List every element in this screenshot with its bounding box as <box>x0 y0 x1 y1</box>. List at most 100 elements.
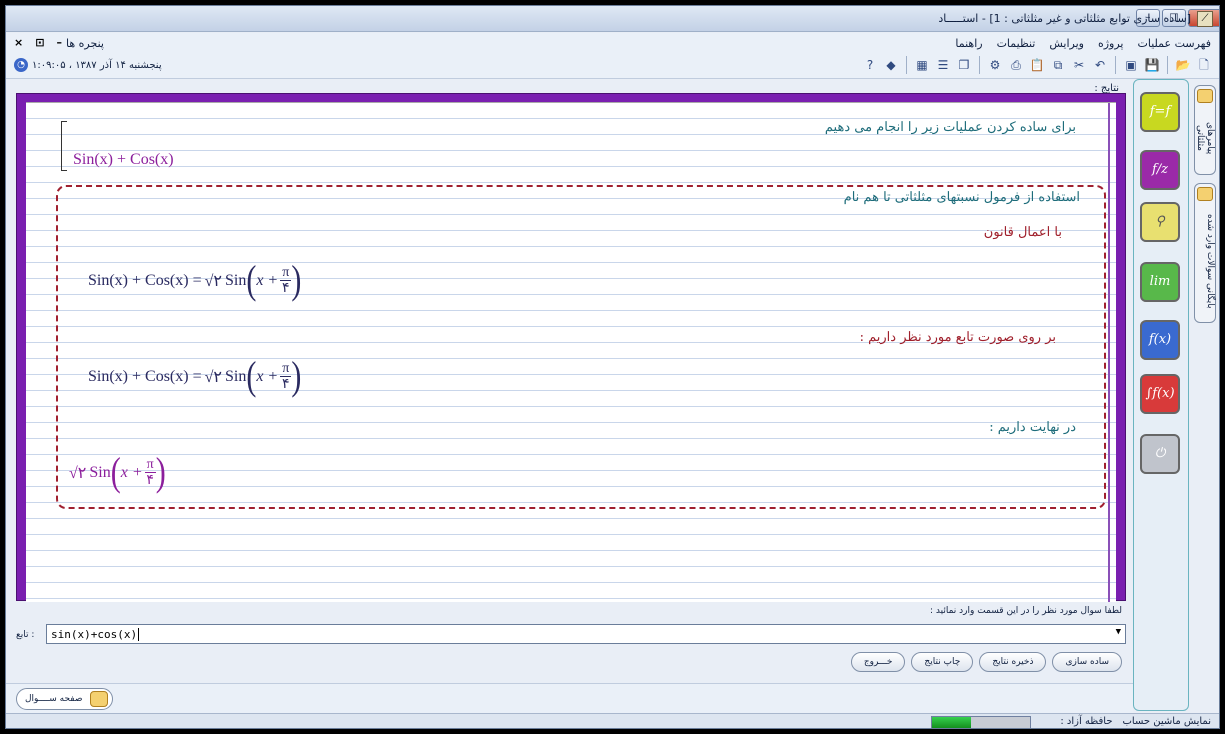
folder-icon <box>90 691 109 707</box>
page-tab-bar: صفحه ســــوال <box>6 683 1133 713</box>
save-all-icon[interactable]: ▣ <box>1122 56 1140 74</box>
properties-icon[interactable]: ⚙ <box>986 56 1004 74</box>
tool-label: f=f <box>1149 104 1171 119</box>
calculator-link[interactable]: نمایش ماشین حساب <box>1123 716 1211 727</box>
frac-den: ۴ <box>282 281 290 296</box>
final-result: √۲ Sin ( x + π۴ ) <box>66 452 166 493</box>
tool-integral[interactable]: ∫f(x) <box>1140 374 1180 414</box>
mdi-minimize-icon[interactable]: – <box>56 36 62 49</box>
clock-display: ◔ ۱:۰۹:۰۵ ، پنجشنبه ۱۴ آذر ۱۳۸۷ <box>14 58 162 72</box>
folder-icon <box>1197 89 1213 103</box>
x-plus: x + <box>120 463 143 481</box>
sqrt-two: √۲ <box>204 368 222 386</box>
copy-icon[interactable]: ⧉ <box>1049 56 1067 74</box>
print-icon[interactable]: ⎙ <box>1007 56 1025 74</box>
solution-box <box>56 185 1106 509</box>
magnifier-icon: ⚲ <box>1155 214 1165 229</box>
close-paren: ) <box>155 449 166 495</box>
frac-num: π <box>144 457 156 473</box>
vtab-trig-messages[interactable]: پیامرهای مثلثاتی <box>1194 85 1216 175</box>
menu-bar: × ⊡ – پنجره ها فهرست عملیات پروژه ویرایش… <box>6 33 1219 53</box>
vertical-tabs: پیامرهای مثلثاتی بایگانی سوالات وارد شده <box>1192 79 1218 711</box>
undo-icon[interactable]: ↶ <box>1091 56 1109 74</box>
menu-settings[interactable]: تنظیمات <box>997 37 1036 50</box>
menu-project[interactable]: پروژه <box>1098 37 1124 50</box>
question-page-tab[interactable]: صفحه ســــوال <box>16 688 114 710</box>
menu-help[interactable]: راهنما <box>955 37 982 50</box>
question-page-tab-label: صفحه ســــوال <box>25 694 83 704</box>
mdi-restore-icon[interactable]: ⊡ <box>35 36 44 49</box>
function-input[interactable]: sin(x)+cos(x) ▼ <box>46 624 1126 644</box>
print-results-button[interactable]: چاپ نتایج <box>911 652 974 672</box>
mdi-close-icon[interactable]: × <box>14 36 23 49</box>
tool-rational[interactable]: f/z <box>1140 150 1180 190</box>
step2-text: بر روی صورت تابع مورد نظر داریم : <box>859 330 1056 345</box>
x-plus: x + <box>256 367 279 385</box>
free-memory-label: حافظه آزاد : <box>1060 716 1113 727</box>
tool-function[interactable]: f(x) <box>1140 320 1180 360</box>
menu-operations[interactable]: فهرست عملیات <box>1137 37 1211 50</box>
save-icon[interactable]: 💾 <box>1143 56 1161 74</box>
cut-icon[interactable]: ✂ <box>1070 56 1088 74</box>
tool-limit[interactable]: lim <box>1140 262 1180 302</box>
tools-sidebar: f=f f/z ⚲ lim f(x) ∫f(x) ⏻ <box>1133 79 1189 711</box>
paste-icon[interactable]: 📋 <box>1028 56 1046 74</box>
separator <box>979 56 980 74</box>
menu-windows[interactable]: پنجره ها <box>66 37 104 50</box>
app-window: – □ ✕ [ساده سازی توابع مثلثاتی و غیر مثل… <box>5 5 1220 729</box>
formula-2: Sin(x) + Cos(x) = √۲ Sin ( x + π۴ ) <box>88 356 301 397</box>
new-file-icon[interactable]: 🗋 <box>1195 56 1213 74</box>
x-plus: x + <box>256 271 279 289</box>
memory-bar <box>931 716 1031 728</box>
frac-den: ۴ <box>282 377 290 392</box>
tool-label: lim <box>1149 274 1171 289</box>
results-paper: برای ساده کردن عملیات زیر را انجام می ده… <box>26 102 1116 602</box>
formula-lhs: Sin(x) + Cos(x) = <box>88 271 202 289</box>
step1-text: استفاده از فرمول نسبتهای مثلثاتی تا هم ن… <box>843 190 1080 205</box>
open-paren: ( <box>246 353 257 399</box>
formula-1: Sin(x) + Cos(x) = √۲ Sin ( x + π۴ ) <box>88 260 301 301</box>
separator <box>1167 56 1168 74</box>
window-grid-icon[interactable]: ▦ <box>913 56 931 74</box>
open-folder-icon[interactable]: 📂 <box>1174 56 1192 74</box>
tool-search[interactable]: ⚲ <box>1140 202 1180 242</box>
step1b-text: با اعمال قانون <box>983 225 1062 240</box>
text-caret <box>138 627 140 641</box>
input-bracket <box>61 121 67 171</box>
tool-power[interactable]: ⏻ <box>1140 434 1180 474</box>
tool-trig-identity[interactable]: f=f <box>1140 92 1180 132</box>
window-title: [ساده سازی توابع مثلثاتی و غیر مثلثاتی :… <box>938 12 1191 25</box>
close-paren: ) <box>291 353 302 399</box>
exit-button[interactable]: خـــروج <box>850 652 906 672</box>
title-bar: – □ ✕ [ساده سازی توابع مثلثاتی و غیر مثل… <box>6 6 1219 32</box>
window-list-icon[interactable]: ☰ <box>934 56 952 74</box>
vtab-label: بایگانی سوالات وارد شده <box>1205 213 1215 309</box>
diamond-icon[interactable]: ◆ <box>882 56 900 74</box>
open-paren: ( <box>110 449 121 495</box>
final-label: در نهایت داریم : <box>989 420 1076 435</box>
input-prompt: لطفا سوال مورد نظر را در این قسمت وارد ن… <box>930 606 1122 616</box>
vtab-label: پیامرهای مثلثاتی <box>1195 121 1215 155</box>
app-icon: ⟋ <box>1197 11 1213 27</box>
window-cascade-icon[interactable]: ❐ <box>955 56 973 74</box>
memory-bar-fill <box>932 717 972 728</box>
save-results-button[interactable]: ذخیره نتایج <box>979 652 1047 672</box>
toolbar-buttons: 🗋 📂 💾 ▣ ↶ ✂ ⧉ 📋 ⎙ ⚙ ❐ ☰ ▦ ◆ ? <box>861 56 1213 74</box>
pi-over-four: π۴ <box>280 361 292 392</box>
results-panel: برای ساده کردن عملیات زیر را انجام می ده… <box>16 93 1126 602</box>
formula-lhs: Sin(x) + Cos(x) = <box>88 367 202 385</box>
pi-over-four: π۴ <box>280 265 292 296</box>
pi-over-four: π۴ <box>144 457 156 488</box>
tool-label: ∫f(x) <box>1145 386 1175 401</box>
help-icon[interactable]: ? <box>861 56 879 74</box>
simplify-button[interactable]: ساده سازی <box>1052 652 1122 672</box>
sin-text: Sin <box>89 463 111 481</box>
vtab-archive[interactable]: بایگانی سوالات وارد شده <box>1194 183 1216 323</box>
dropdown-arrow-icon[interactable]: ▼ <box>1116 627 1121 637</box>
menu-edit[interactable]: ویرایش <box>1049 37 1084 50</box>
function-input-value: sin(x)+cos(x) <box>51 627 138 641</box>
paper-rail <box>1108 103 1110 602</box>
open-paren: ( <box>246 257 257 303</box>
tool-label: f/z <box>1151 162 1169 177</box>
frac-den: ۴ <box>146 473 154 488</box>
